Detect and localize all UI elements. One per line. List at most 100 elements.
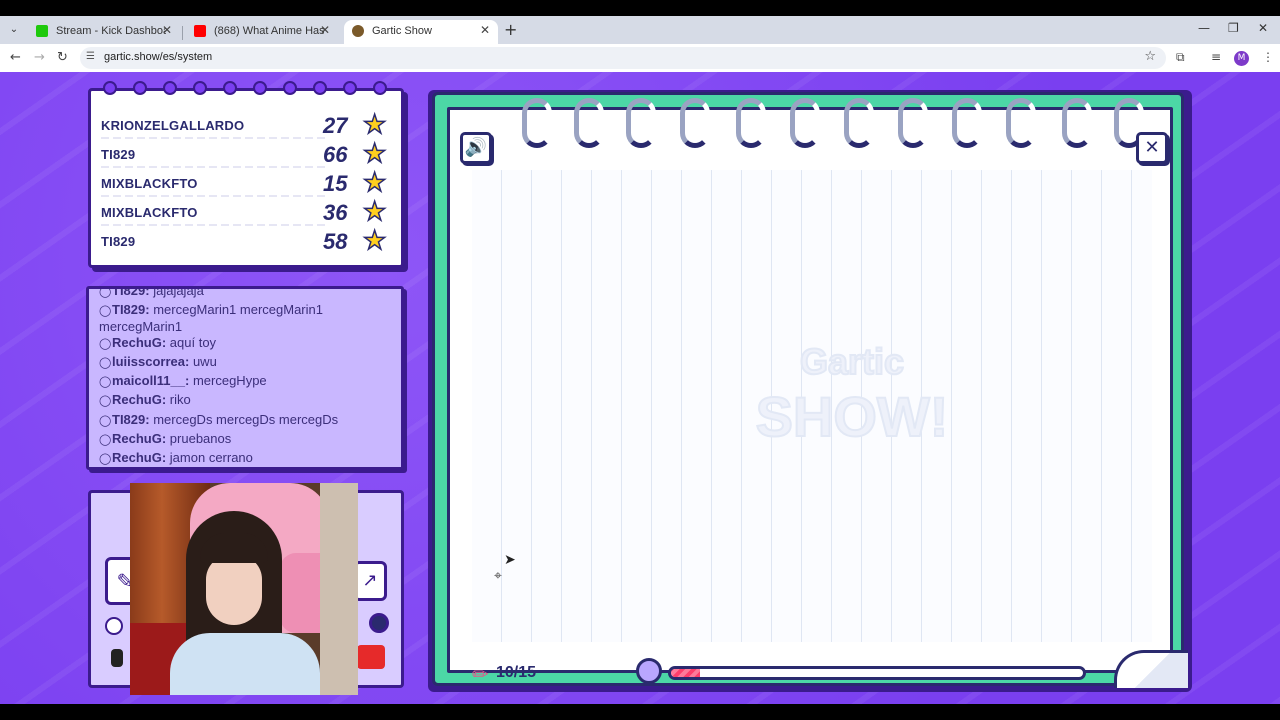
address-bar-row: ← → ↻ ☰ gartic.show/es/system ☆ ⧉ ≡ ⋮ — [0, 44, 1280, 72]
small-brush-icon[interactable] — [105, 617, 123, 635]
spiral-ring — [574, 98, 604, 148]
tab-gartic-show[interactable]: Gartic Show ✕ — [344, 20, 498, 44]
chat-user: TI829: — [112, 286, 150, 298]
chat-text: uwu — [192, 354, 217, 369]
gartic-favicon-icon — [352, 25, 364, 37]
leaderboard-row: TI829 58 ★ — [99, 226, 395, 256]
chat-message: ◯RechuG: aquí toy — [99, 335, 399, 352]
player-score: 27 — [323, 113, 348, 138]
arrow-tool-icon[interactable]: ↗ — [353, 561, 387, 601]
speaker-icon[interactable]: 🔊 — [460, 132, 492, 164]
player-name: MIXBLACKFTO — [101, 205, 198, 220]
spiral-hole — [373, 81, 387, 95]
minimize-icon[interactable]: — — [1198, 21, 1210, 35]
spiral-hole — [283, 81, 297, 95]
webcam-streamer-face — [206, 555, 262, 625]
spiral-ring — [898, 98, 928, 148]
drawing-notebook: Gartic SHOW! 🔊 ✕ ✏ 10/15 — [432, 92, 1188, 688]
color-swatch-black[interactable] — [111, 649, 123, 667]
leaderboard-row: MIXBLACKFTO 36 ★ — [99, 197, 395, 227]
menu-kebab-icon[interactable]: ⋮ — [1262, 50, 1274, 64]
player-score: 15 — [323, 171, 348, 196]
drawing-canvas[interactable]: Gartic SHOW! — [472, 170, 1152, 642]
webcam-shelf — [320, 483, 358, 695]
top-black-strip — [0, 0, 1280, 16]
spiral-hole — [253, 81, 267, 95]
tab-title: Gartic Show — [372, 25, 432, 37]
crosshair-cursor-icon: ⌖ — [494, 568, 502, 584]
chat-user: RechuG: — [112, 431, 167, 446]
tab-kick-dashboard[interactable]: Stream - Kick Dashboard ✕ — [28, 20, 180, 44]
chat-bubble-icon: ◯ — [99, 453, 112, 465]
color-swatch-red[interactable] — [357, 645, 385, 669]
tab-title: Stream - Kick Dashboard — [56, 25, 166, 37]
chat-text: pruebanos — [169, 431, 232, 446]
screen: { "browser": { "tabs": [ {"title": "Stre… — [0, 0, 1280, 720]
large-brush-icon[interactable] — [369, 613, 389, 633]
chat-bubble-icon: ◯ — [99, 376, 112, 388]
row-divider — [101, 137, 325, 139]
chat-text: aquí toy — [169, 335, 217, 350]
spiral-ring — [1006, 98, 1036, 148]
spiral-hole — [223, 81, 237, 95]
leaderboard-row: KRIONZELGALLARDO 27 ★ — [99, 110, 395, 140]
chat-message: ◯maicoll11__: mercegHype — [99, 373, 399, 390]
close-tab-icon[interactable]: ✕ — [320, 23, 330, 37]
spiral-ring — [680, 98, 710, 148]
spiral-hole — [313, 81, 327, 95]
close-tab-icon[interactable]: ✕ — [162, 23, 172, 37]
url-field[interactable]: ☰ gartic.show/es/system ☆ — [80, 47, 1166, 69]
kick-favicon-icon — [36, 25, 48, 37]
player-name: TI829 — [101, 147, 136, 162]
row-divider — [101, 166, 325, 168]
back-icon[interactable]: ← — [10, 50, 21, 65]
chat-bubble-icon: ◯ — [99, 434, 112, 446]
row-divider — [101, 195, 325, 197]
player-score: 66 — [323, 142, 348, 167]
new-tab-icon[interactable]: + — [504, 20, 517, 39]
player-name: MIXBLACKFTO — [101, 176, 198, 191]
player-score: 36 — [323, 200, 348, 225]
site-info-icon[interactable]: ☰ — [86, 51, 95, 62]
stopwatch-icon — [636, 658, 662, 684]
webcam-overlay — [130, 483, 358, 695]
extensions-icon[interactable]: ⧉ — [1176, 50, 1185, 65]
chat-user: RechuG: — [112, 392, 167, 407]
player-name: KRIONZELGALLARDO — [101, 118, 245, 133]
leaderboard-panel: KRIONZELGALLARDO 27 ★ TI829 66 ★ MIXBLAC… — [88, 81, 404, 268]
profile-avatar[interactable]: M — [1234, 51, 1249, 66]
close-window-icon[interactable]: ✕ — [1258, 21, 1268, 35]
chat-user: TI829: — [112, 412, 150, 427]
chat-message: ◯luiisscorrea: uwu — [99, 354, 399, 371]
spiral-hole — [193, 81, 207, 95]
reload-icon[interactable]: ↻ — [57, 50, 68, 65]
tab-search-dropdown-icon[interactable]: ⌄ — [6, 22, 22, 38]
chat-message: ◯TI829: mercegMarin1 mercegMarin1 merceg… — [99, 302, 399, 334]
forward-icon[interactable]: → — [34, 50, 45, 65]
close-icon[interactable]: ✕ — [1136, 132, 1168, 164]
player-name: TI829 — [101, 234, 136, 249]
maximize-icon[interactable]: ❐ — [1228, 21, 1239, 35]
star-icon: ★ — [362, 110, 387, 140]
chat-text: mercegDs mercegDs mercegDs — [153, 412, 339, 427]
chat-panel[interactable]: ◯TI829: jajajajaja ◯TI829: mercegMarin1 … — [86, 286, 404, 470]
tab-bar: ⌄ Stream - Kick Dashboard ✕ (868) What A… — [0, 16, 1280, 44]
chat-user: RechuG: — [112, 335, 167, 350]
spiral-ring — [626, 98, 656, 148]
chat-bubble-icon: ◯ — [99, 338, 112, 350]
spiral-ring — [790, 98, 820, 148]
spiral-hole — [163, 81, 177, 95]
bookmark-star-icon[interactable]: ☆ — [1144, 49, 1156, 64]
media-control-icon[interactable]: ≡ — [1211, 50, 1221, 64]
close-tab-icon[interactable]: ✕ — [480, 23, 490, 37]
tab-title: (868) What Anime Has These 4 — [214, 25, 324, 37]
chat-bubble-icon: ◯ — [99, 305, 112, 317]
spiral-hole — [133, 81, 147, 95]
chat-message: ◯RechuG: jamon cerrano — [99, 450, 399, 467]
tab-youtube[interactable]: (868) What Anime Has These 4 ✕ — [186, 20, 338, 44]
star-icon: ★ — [362, 168, 387, 198]
timer-bar — [668, 666, 1086, 680]
chat-bubble-icon: ◯ — [99, 415, 112, 427]
chat-bubble-icon: ◯ — [99, 395, 112, 407]
page-curl[interactable] — [1114, 650, 1188, 688]
